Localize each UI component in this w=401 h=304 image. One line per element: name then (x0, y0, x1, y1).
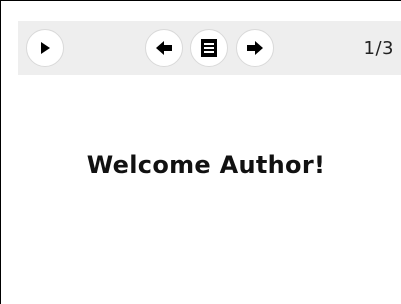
slide-title: Welcome Author! (86, 151, 326, 179)
next-slide-button[interactable] (236, 29, 274, 67)
previous-slide-button[interactable] (145, 29, 183, 67)
slide-menu-button[interactable] (190, 29, 228, 67)
page-counter: 1/3 (363, 38, 394, 59)
arrow-left-icon (155, 40, 173, 56)
menu-icon (200, 38, 218, 58)
play-icon (38, 40, 52, 56)
presentation-frame: 1/3 Welcome Author! (0, 0, 401, 304)
arrow-right-icon (246, 40, 264, 56)
play-button[interactable] (26, 29, 64, 67)
slide-toolbar: 1/3 (18, 21, 401, 75)
